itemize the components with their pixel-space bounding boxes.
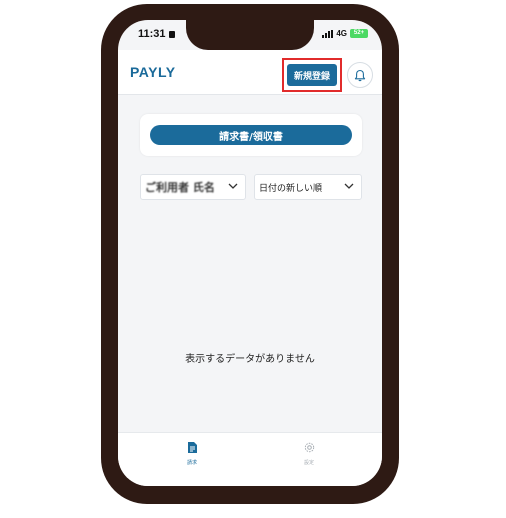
register-button[interactable]: 新規登録 xyxy=(287,64,337,86)
status-time-text: 11:31 xyxy=(138,28,166,40)
sort-order-select[interactable]: 日付の新しい順 xyxy=(254,174,362,200)
sort-order-label: 日付の新しい順 xyxy=(259,183,323,194)
user-filter-label: ご利用者 氏名 xyxy=(145,181,215,194)
gear-icon xyxy=(304,442,314,453)
app-screen: 11:31 4G 52+ PAYLY 新規登録 請求書/領収書 ご利用者 氏名 … xyxy=(118,20,382,486)
user-filter-select[interactable]: ご利用者 氏名 xyxy=(140,174,246,200)
lock-icon xyxy=(168,30,175,38)
chevron-down-icon xyxy=(344,183,354,189)
status-time: 11:31 xyxy=(138,28,175,40)
tab-settings[interactable]: 設定 xyxy=(289,439,329,466)
status-indicators: 4G 52+ xyxy=(322,29,368,38)
notification-button[interactable] xyxy=(347,62,373,88)
battery-icon: 52+ xyxy=(350,29,368,38)
invoice-card: 請求書/領収書 xyxy=(140,114,362,156)
empty-state-message: 表示するデータがありません xyxy=(185,354,315,365)
tab-settings-label: 設定 xyxy=(303,460,314,466)
tab-invoices-label: 請求 xyxy=(186,460,197,466)
tab-invoices[interactable]: 請求 xyxy=(172,439,212,466)
phone-frame: 11:31 4G 52+ PAYLY 新規登録 請求書/領収書 ご利用者 氏名 … xyxy=(101,4,399,504)
bell-icon xyxy=(354,69,366,81)
bottom-tab-bar: 請求 設定 xyxy=(118,432,382,486)
invoice-receipt-button[interactable]: 請求書/領収書 xyxy=(150,125,352,145)
app-header: PAYLY 新規登録 xyxy=(118,50,382,95)
chevron-down-icon xyxy=(228,183,238,189)
payly-logo: PAYLY xyxy=(130,64,176,80)
document-icon xyxy=(187,442,197,453)
network-type: 4G xyxy=(336,29,347,38)
notch xyxy=(186,20,314,50)
signal-icon xyxy=(322,29,334,38)
